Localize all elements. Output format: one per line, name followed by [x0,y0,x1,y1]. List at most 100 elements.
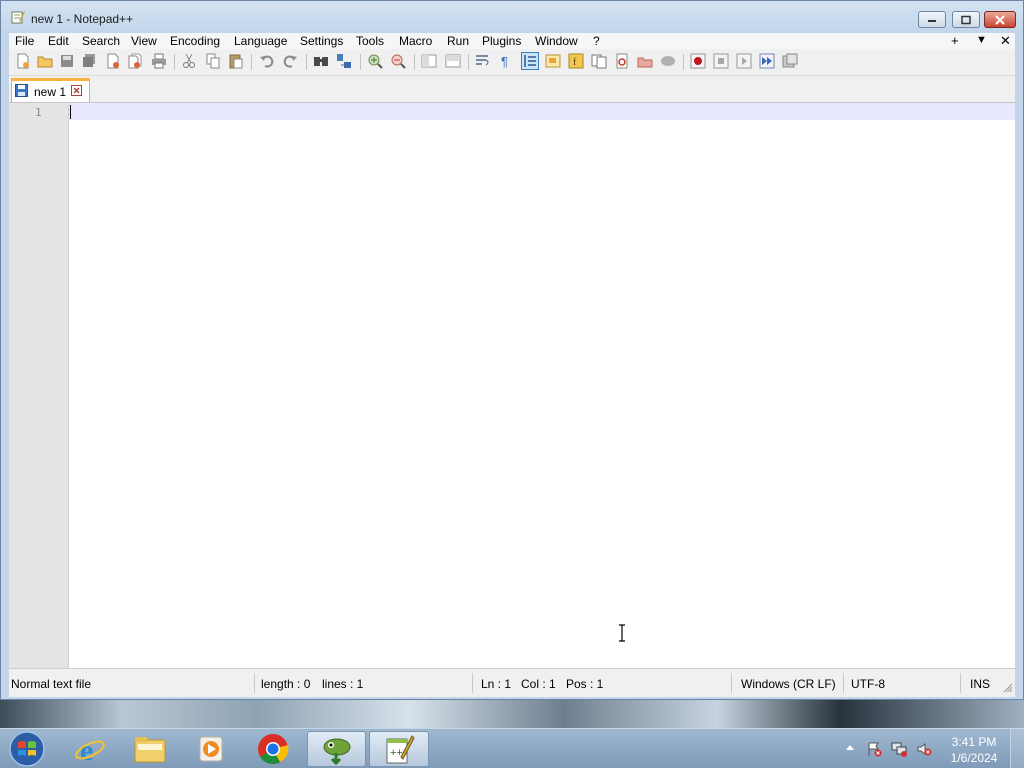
file-explorer-button[interactable] [122,731,178,767]
minimize-button[interactable] [918,11,946,28]
close-file-icon[interactable] [105,53,121,69]
notepadpp-app-icon [11,11,25,24]
replace-icon[interactable] [336,53,352,69]
menu-language[interactable]: Language [234,34,287,48]
file-explorer-icon [134,737,166,763]
zoom-out-icon[interactable] [390,53,406,69]
folder-as-workspace-icon[interactable] [591,53,607,69]
line-number: 1 [35,106,42,119]
action-center-icon[interactable] [866,741,882,757]
notepadpp-taskbar-button[interactable]: ++ [369,731,429,767]
menu-search[interactable]: Search [82,34,120,48]
toolbar-separator [468,54,469,70]
toolbar-separator [251,54,252,70]
menu-settings[interactable]: Settings [300,34,343,48]
desktop-background [0,698,1024,728]
monitoring-icon[interactable] [614,53,630,69]
new-tab-button[interactable]: + [951,33,959,48]
internet-explorer-button[interactable]: e [62,731,118,767]
undo-icon[interactable] [259,53,275,69]
paste-icon[interactable] [228,53,244,69]
volume-muted-icon[interactable] [916,741,932,757]
restore-button[interactable] [952,11,980,28]
menu-help[interactable]: ? [593,34,600,48]
notepadpp-window: new 1 - Notepad++ File Edit Search View … [0,0,1024,700]
status-separator [843,673,844,693]
notepadpp-icon: ++ [386,735,415,764]
current-line-highlight [69,103,1015,120]
saved-state-icon [15,84,28,97]
save-icon[interactable] [59,53,75,69]
sync-horizontal-icon[interactable] [445,53,461,69]
function-list-icon[interactable]: f [568,53,584,69]
save-macro-icon[interactable] [782,53,798,69]
find-icon[interactable] [313,53,329,69]
start-button[interactable] [0,731,54,767]
media-player-icon [199,736,223,762]
restore-icon [961,15,971,24]
svg-text:¶: ¶ [501,54,508,69]
close-all-icon[interactable] [127,53,143,69]
show-all-chars-icon[interactable]: ¶ [498,53,514,69]
menu-run[interactable]: Run [447,34,469,48]
tab-close-icon[interactable] [71,85,82,96]
show-hidden-icons-icon[interactable] [845,743,855,751]
status-eol: Windows (CR LF) [741,677,836,691]
notepadpp-chameleon-icon [323,738,350,765]
copy-icon[interactable] [205,53,221,69]
toolbar-separator [306,54,307,70]
toolbar-separator [360,54,361,70]
new-file-icon[interactable] [15,53,31,69]
record-macro-icon[interactable] [690,53,706,69]
status-length: length : 0 [261,677,311,691]
status-separator [254,673,255,693]
network-icon[interactable] [891,741,907,757]
word-wrap-icon[interactable] [475,53,491,69]
sync-vertical-icon[interactable] [421,53,437,69]
line-number-gutter: 1 [9,103,69,668]
menu-tools[interactable]: Tools [356,34,384,48]
run-macro-multiple-icon[interactable] [759,53,775,69]
system-clock[interactable]: 3:41 PM 1/6/2024 [944,734,1004,766]
resize-grip-icon[interactable] [1003,683,1013,693]
chrome-icon [258,734,289,764]
text-cursor-icon [619,624,625,642]
indent-guide-icon[interactable] [521,52,539,70]
tab-label: new 1 [34,85,67,99]
menu-edit[interactable]: Edit [48,34,69,48]
zoom-in-icon[interactable] [367,53,383,69]
menu-file[interactable]: File [15,34,34,48]
show-desktop-button[interactable] [1010,729,1024,768]
doc-map-icon[interactable] [545,53,561,69]
print-icon[interactable] [151,53,167,69]
close-document-button[interactable]: ✕ [1000,33,1011,49]
clock-time: 3:41 PM [951,735,997,749]
close-window-button[interactable] [984,11,1016,28]
tab-new-1[interactable]: new 1 [11,78,90,102]
comment-icon[interactable] [660,53,676,69]
redo-icon[interactable] [282,53,298,69]
clock-date: 1/6/2024 [950,751,998,765]
media-player-button[interactable] [183,731,239,767]
status-separator [472,673,473,693]
folder-icon[interactable] [637,53,653,69]
text-editor[interactable]: 1 [9,102,1015,668]
title-bar[interactable]: new 1 - Notepad++ [1,1,1023,33]
windows-start-icon [9,731,45,767]
open-file-icon[interactable] [37,53,53,69]
menu-macro[interactable]: Macro [399,34,432,48]
status-insert-mode: INS [970,677,991,691]
menu-window[interactable]: Window [535,34,578,48]
chrome-button[interactable] [245,731,301,767]
menu-view[interactable]: View [131,34,157,48]
status-bar: Normal text file length : 0 lines : 1 Ln… [9,668,1015,697]
menu-plugins[interactable]: Plugins [482,34,521,48]
cut-icon[interactable] [181,53,197,69]
save-all-icon[interactable] [81,53,97,69]
play-macro-icon[interactable] [736,53,752,69]
gimp-button[interactable] [307,731,366,767]
stop-macro-icon[interactable] [713,53,729,69]
menu-encoding[interactable]: Encoding [170,34,220,48]
tab-list-button[interactable]: ▼ [976,34,987,46]
status-line: Ln : 1 [481,677,512,691]
